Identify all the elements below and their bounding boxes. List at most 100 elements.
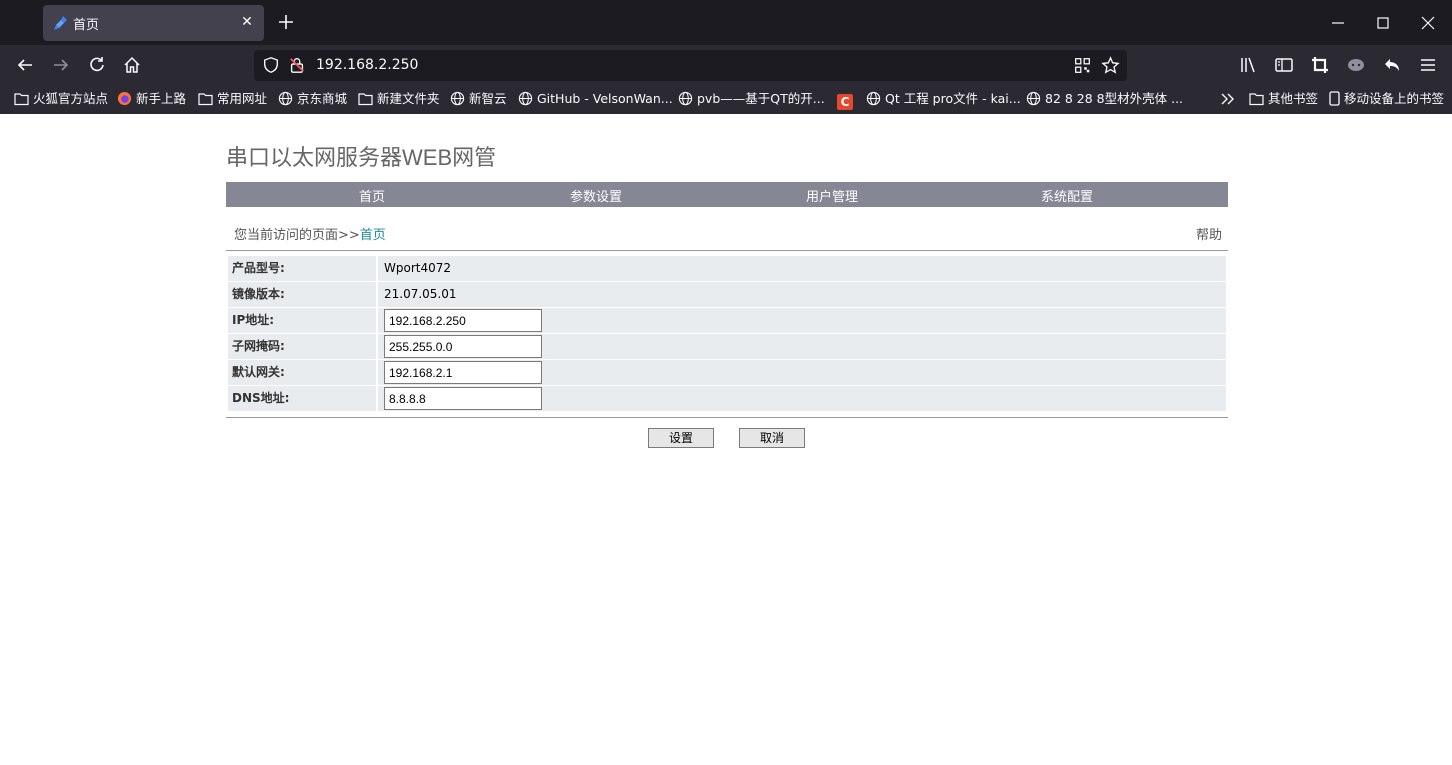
- star-icon[interactable]: [1101, 56, 1120, 75]
- nav-bar: 192.168.2.250: [0, 45, 1452, 85]
- tab-bar: 首页 ✕: [0, 0, 1452, 45]
- folder-icon: [198, 93, 213, 106]
- tab-close-icon[interactable]: ✕: [238, 13, 256, 31]
- bookmark-item-csdn[interactable]: C: [837, 91, 853, 110]
- dns-label: DNS地址:: [228, 386, 376, 411]
- menu-item-system[interactable]: 系统配置: [1017, 186, 1117, 205]
- bookmark-item[interactable]: 京东商城: [278, 91, 347, 109]
- bookmark-item-mobile[interactable]: 移动设备上的书签: [1329, 91, 1444, 109]
- page-title: 串口以太网服务器WEB网管: [226, 145, 497, 170]
- folder-icon: [1249, 93, 1264, 106]
- divider-bottom: [226, 417, 1228, 418]
- globe-icon: [450, 91, 465, 106]
- bookmark-item[interactable]: 新手上路: [117, 91, 186, 109]
- table-row: 默认网关:: [228, 360, 1226, 386]
- bookmark-label: 其他书签: [1268, 91, 1319, 106]
- reload-icon[interactable]: [87, 55, 107, 75]
- firefox-icon: [117, 91, 132, 106]
- breadcrumb: 您当前访问的页面>>首页: [234, 224, 386, 243]
- set-button[interactable]: 设置: [648, 428, 714, 448]
- subnet-mask-label: 子网掩码:: [228, 334, 376, 359]
- ip-input[interactable]: [384, 309, 542, 332]
- bookmark-item[interactable]: GitHub - VelsonWan...: [518, 91, 673, 109]
- bookmark-label: GitHub - VelsonWan...: [537, 91, 673, 106]
- bookmark-item-other[interactable]: 其他书签: [1249, 91, 1318, 109]
- bookmark-label: pvb——基于QT的开...: [697, 91, 825, 106]
- extension-icon[interactable]: [1346, 55, 1366, 75]
- model-value: Wport4072: [378, 256, 1226, 281]
- folder-icon: [358, 93, 373, 106]
- csdn-icon: C: [837, 94, 853, 110]
- bookmarks-bar: 火狐官方站点 新手上路 常用网址 京东商城 新建文件夹 新智云 GitHub -…: [0, 85, 1452, 114]
- bookmark-label: 火狐官方站点: [33, 91, 109, 106]
- shield-icon[interactable]: [262, 56, 280, 74]
- cancel-button[interactable]: 取消: [739, 428, 805, 448]
- menu-item-home[interactable]: 首页: [322, 186, 422, 205]
- url-text[interactable]: 192.168.2.250: [316, 57, 418, 73]
- bookmark-item[interactable]: 新智云: [450, 91, 507, 109]
- image-version-value: 21.07.05.01: [378, 282, 1226, 307]
- table-row: 子网掩码:: [228, 334, 1226, 360]
- ip-label: IP地址:: [228, 308, 376, 333]
- bookmark-label: 移动设备上的书签: [1344, 91, 1445, 106]
- bookmark-label: 常用网址: [217, 91, 268, 106]
- page-content: 串口以太网服务器WEB网管 首页 参数设置 用户管理 系统配置 您当前访问的页面…: [0, 114, 1452, 765]
- browser-tab[interactable]: 首页 ✕: [43, 5, 264, 41]
- subnet-mask-input[interactable]: [384, 335, 542, 358]
- close-window-icon[interactable]: [1418, 13, 1438, 33]
- bookmark-label: 京东商城: [297, 91, 348, 106]
- bookmark-label: 82 8 28 8型材外壳体 ...: [1045, 91, 1184, 106]
- help-link[interactable]: 帮助: [1196, 224, 1222, 243]
- menu-icon[interactable]: [1418, 55, 1438, 75]
- bookmark-item[interactable]: 火狐官方站点: [14, 91, 108, 109]
- new-tab-icon[interactable]: [276, 12, 296, 32]
- dns-input[interactable]: [384, 387, 542, 410]
- breadcrumb-prefix: 您当前访问的页面>>: [234, 228, 360, 243]
- table-row: IP地址:: [228, 308, 1226, 334]
- bookmark-label: Qt 工程 pro文件 - kai...: [885, 91, 1021, 106]
- bookmark-label: 新建文件夹: [377, 91, 440, 106]
- mobile-icon: [1329, 91, 1340, 106]
- qr-code-icon[interactable]: [1074, 57, 1091, 74]
- library-icon[interactable]: [1238, 55, 1258, 75]
- globe-icon: [278, 91, 293, 106]
- gateway-label: 默认网关:: [228, 360, 376, 385]
- table-row: 镜像版本: 21.07.05.01: [228, 282, 1226, 308]
- globe-icon: [866, 91, 881, 106]
- globe-icon: [678, 91, 693, 106]
- info-table: 产品型号: Wport4072 镜像版本: 21.07.05.01 IP地址: …: [228, 256, 1226, 412]
- back-icon[interactable]: [15, 55, 35, 75]
- maximize-icon[interactable]: [1373, 13, 1393, 33]
- table-row: DNS地址:: [228, 386, 1226, 412]
- bookmark-item[interactable]: pvb——基于QT的开...: [678, 91, 825, 109]
- sidebar-icon[interactable]: [1274, 55, 1294, 75]
- bookmark-label: 新智云: [469, 91, 507, 106]
- globe-icon: [518, 91, 533, 106]
- table-row: 产品型号: Wport4072: [228, 256, 1226, 282]
- minimize-icon[interactable]: [1328, 13, 1348, 33]
- overflow-chevron-icon[interactable]: [1220, 92, 1236, 106]
- crop-screenshot-icon[interactable]: [1310, 55, 1330, 75]
- bookmark-item[interactable]: Qt 工程 pro文件 - kai...: [866, 91, 1021, 109]
- breadcrumb-current[interactable]: 首页: [360, 228, 386, 243]
- tab-title: 首页: [73, 18, 100, 33]
- divider-top: [226, 250, 1228, 251]
- globe-icon: [1026, 91, 1041, 106]
- bookmark-label: 新手上路: [136, 91, 187, 106]
- menu-item-users[interactable]: 用户管理: [782, 186, 882, 205]
- bookmark-item[interactable]: 常用网址: [198, 91, 267, 109]
- reply-icon[interactable]: [1382, 55, 1402, 75]
- home-icon[interactable]: [122, 55, 142, 75]
- main-menu: 首页 参数设置 用户管理 系统配置: [226, 182, 1228, 207]
- bookmark-item[interactable]: 82 8 28 8型材外壳体 ...: [1026, 91, 1183, 109]
- bookmark-item[interactable]: 新建文件夹: [358, 91, 440, 109]
- menu-item-params[interactable]: 参数设置: [546, 186, 646, 205]
- forward-icon[interactable]: [51, 55, 71, 75]
- model-label: 产品型号:: [228, 256, 376, 281]
- gateway-input[interactable]: [384, 361, 542, 384]
- folder-icon: [14, 93, 29, 106]
- insecure-lock-icon[interactable]: [288, 56, 306, 74]
- plug-icon: [54, 16, 67, 30]
- url-bar[interactable]: 192.168.2.250: [254, 50, 1127, 81]
- image-version-label: 镜像版本:: [228, 282, 376, 307]
